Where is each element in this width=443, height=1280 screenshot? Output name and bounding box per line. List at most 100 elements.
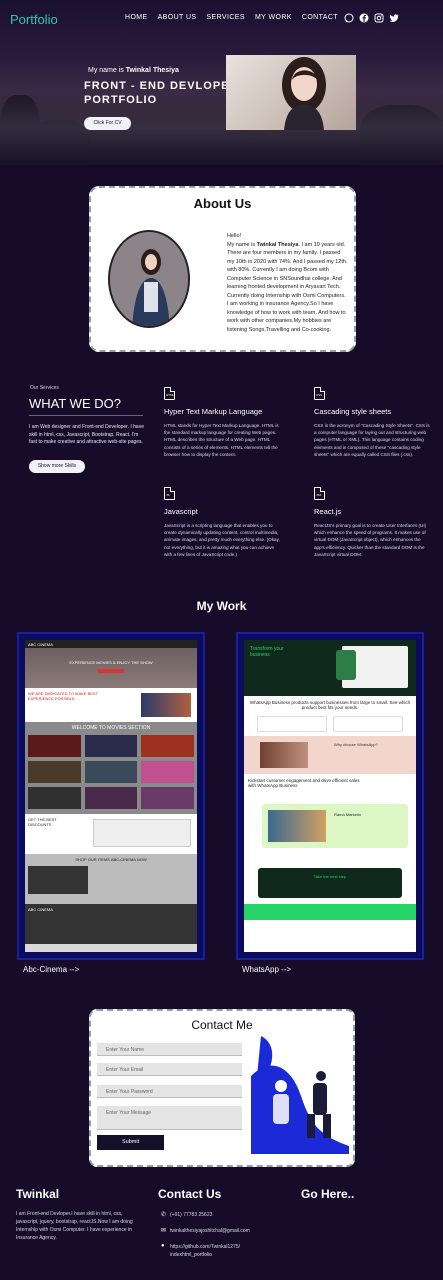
wa-cta-box: Take the next step — [258, 868, 402, 898]
movie-poster — [84, 787, 138, 809]
wa-hero: Transform your business — [244, 640, 416, 696]
footer-email-row[interactable]: ✉ twinkalthesiyajoshitchal@gmail.com — [161, 1228, 291, 1234]
footer-col2-title: Contact Us — [158, 1187, 222, 1201]
hero-intro-prefix: My name is — [88, 67, 126, 74]
contact-password-input[interactable]: Enter Your Password — [97, 1085, 242, 1098]
nav-services[interactable]: SERVICES — [206, 14, 244, 21]
abc-movies-section: WELCOME TO MOVIES SECTION — [25, 722, 197, 814]
wa-product-cards — [248, 716, 412, 732]
about-title: About Us — [193, 196, 252, 211]
project-whatsapp-link[interactable]: WhatsApp --> — [242, 965, 291, 974]
movie-poster — [141, 787, 194, 809]
css-icon-tag: CSS — [316, 393, 323, 397]
project-whatsapp[interactable]: Transform your business WhatsApp Busines… — [236, 632, 424, 960]
service-card-html: HTML Hyper Text Markup Language HTML sta… — [164, 387, 282, 458]
about-para-prefix: My name is — [227, 241, 257, 248]
service-card-title: Javascript — [164, 507, 198, 516]
nav-about[interactable]: ABOUT US — [158, 14, 197, 21]
about-greeting: Hello! — [227, 233, 242, 239]
wa-case-title: Rama Marketin — [334, 812, 362, 817]
movie-poster — [141, 735, 194, 757]
service-card-title: Hyper Text Markup Language — [164, 407, 263, 416]
project-abc-cinema-link[interactable]: Abc-Cinema --> — [23, 965, 79, 974]
contact-illustration — [251, 1036, 349, 1154]
show-more-skills-button[interactable]: Show more Skills — [29, 460, 85, 473]
phone-icon: ✆ — [161, 1212, 167, 1218]
service-card-text: CSS is the acronym of "Cascading Style S… — [314, 423, 430, 457]
wa-product-card — [333, 716, 403, 732]
jsx-file-icon: JSX — [314, 487, 325, 500]
service-card-text: JavaScript is a scripting language that … — [164, 523, 280, 557]
site-logo[interactable]: Portfolio — [10, 12, 58, 27]
wa-case-card: Rama Marketin — [262, 804, 408, 848]
abc-movies-heading: WELCOME TO MOVIES SECTION — [71, 725, 151, 731]
footer-about-text: I am Front-end Devloper.I have skill in … — [16, 1211, 133, 1241]
project-abc-cinema[interactable]: ABC CINEMA EXPERIENCE MOVIES & ENJOY THE… — [17, 632, 205, 960]
abc-hero: EXPERIENCE MOVIES & ENJOY THE SHOW — [25, 648, 197, 688]
abc-cinema-screenshot: ABC CINEMA EXPERIENCE MOVIES & ENJOY THE… — [25, 640, 197, 952]
nav-my-work[interactable]: MY WORK — [255, 14, 292, 21]
service-card-title: React.js — [314, 507, 342, 516]
movie-poster — [28, 787, 81, 809]
service-card-text: ReactJS's primary goal is to create User… — [314, 523, 427, 557]
main-nav: HOME ABOUT US SERVICES MY WORK CONTACT — [125, 14, 338, 21]
abc-nav-bar: ABC CINEMA — [25, 640, 197, 648]
jsx-icon-tag: JSX — [316, 493, 322, 497]
contact-name-input[interactable]: Enter Your Name — [97, 1043, 242, 1056]
footer-phone-row[interactable]: ✆ (+91) 77783 25623 — [161, 1212, 291, 1218]
wa-product-card — [257, 716, 327, 732]
footer-phone: (+91) 77783 25623 — [170, 1212, 213, 1218]
abc-shop-image — [28, 866, 88, 894]
submit-button[interactable]: Submit — [97, 1135, 164, 1150]
instagram-icon[interactable] — [374, 13, 384, 23]
wa-middle-title: Why choose WhatsApp? — [334, 742, 378, 747]
footer: Twinkal I am Front-end Devloper.I have s… — [0, 1175, 443, 1280]
about-photo — [108, 230, 190, 328]
service-card-text: HTML stands for Hyper Text Markup Langua… — [164, 423, 279, 457]
wa-middle-section: Why choose WhatsApp? — [244, 736, 416, 774]
movie-poster — [141, 761, 194, 783]
services-description: I am Web designer and Front-end Develope… — [29, 424, 144, 445]
about-para-name: Twinkal Thesiya — [256, 241, 299, 248]
wa-lower-title: Kickstart customer engagement and drive … — [248, 778, 360, 788]
facebook-icon[interactable] — [359, 13, 369, 23]
abc-hero-button — [98, 669, 124, 673]
abc-footer: ABC CINEMA — [25, 904, 197, 944]
services-divider — [29, 415, 143, 416]
footer-github: https://github.com/Twinkal1275/ indexhtm… — [170, 1244, 241, 1258]
footer-github-row[interactable]: ● https://github.com/Twinkal1275/ indexh… — [161, 1243, 291, 1259]
wa-footer — [244, 904, 416, 920]
hero-section: Portfolio HOME ABOUT US SERVICES MY WORK… — [0, 0, 443, 165]
wa-tagline-section: WhatsApp Business products support busin… — [244, 696, 416, 736]
abc-movie-grid — [28, 735, 194, 809]
twitter-icon[interactable] — [389, 13, 399, 23]
about-para-rest: . I am 19 years old. There are four memb… — [227, 241, 346, 333]
service-card-react: JSX React.js ReactJS's primary goal is t… — [314, 487, 432, 558]
abc-discount-section: GET THE BEST DISCOUNTS — [25, 814, 197, 854]
wa-hero-phone — [336, 650, 356, 680]
abc-intro-heading: WE ARE DEDICATED TO MAKE BEST EXPERIENCE… — [28, 691, 98, 701]
nav-contact[interactable]: CONTACT — [302, 14, 338, 21]
contact-message-input[interactable]: Enter Your Message — [97, 1106, 242, 1130]
movie-poster — [28, 735, 81, 757]
cv-button[interactable]: Click For CV — [84, 117, 131, 130]
wa-cta-section: Take the next step — [244, 864, 416, 904]
hero-intro: My name is Twinkal Thesiya — [88, 67, 179, 74]
nav-home[interactable]: HOME — [125, 14, 148, 21]
about-paragraph: My name is Twinkal Thesiya. I am 19 year… — [227, 241, 347, 335]
wa-tagline: WhatsApp Business products support busin… — [249, 700, 411, 710]
footer-col1-title: Twinkal — [16, 1187, 60, 1201]
footer-email: twinkalthesiyajoshitchal@gmail.com — [170, 1228, 250, 1234]
abc-discount-form — [93, 819, 191, 847]
abc-intro-section: WE ARE DEDICATED TO MAKE BEST EXPERIENCE… — [25, 688, 197, 722]
service-card-title: Cascading style sheets — [314, 407, 392, 416]
js-icon-tag: JS — [166, 493, 170, 497]
whatsapp-icon[interactable] — [344, 13, 354, 23]
hero-portrait-photo — [226, 55, 356, 130]
service-card-javascript: JS Javascript JavaScript is a scripting … — [164, 487, 282, 558]
contact-email-input[interactable]: Enter Your Email — [97, 1063, 242, 1076]
abc-shop-heading: SHOP OUR ITEMS ABC-CINEMA NOW — [75, 857, 147, 862]
abc-discount-heading: GET THE BEST DISCOUNTS — [28, 817, 57, 827]
about-section: About Us Hello! My name is Twinkal Thesi… — [89, 186, 356, 352]
wa-hero-text: Transform your business — [250, 646, 284, 658]
